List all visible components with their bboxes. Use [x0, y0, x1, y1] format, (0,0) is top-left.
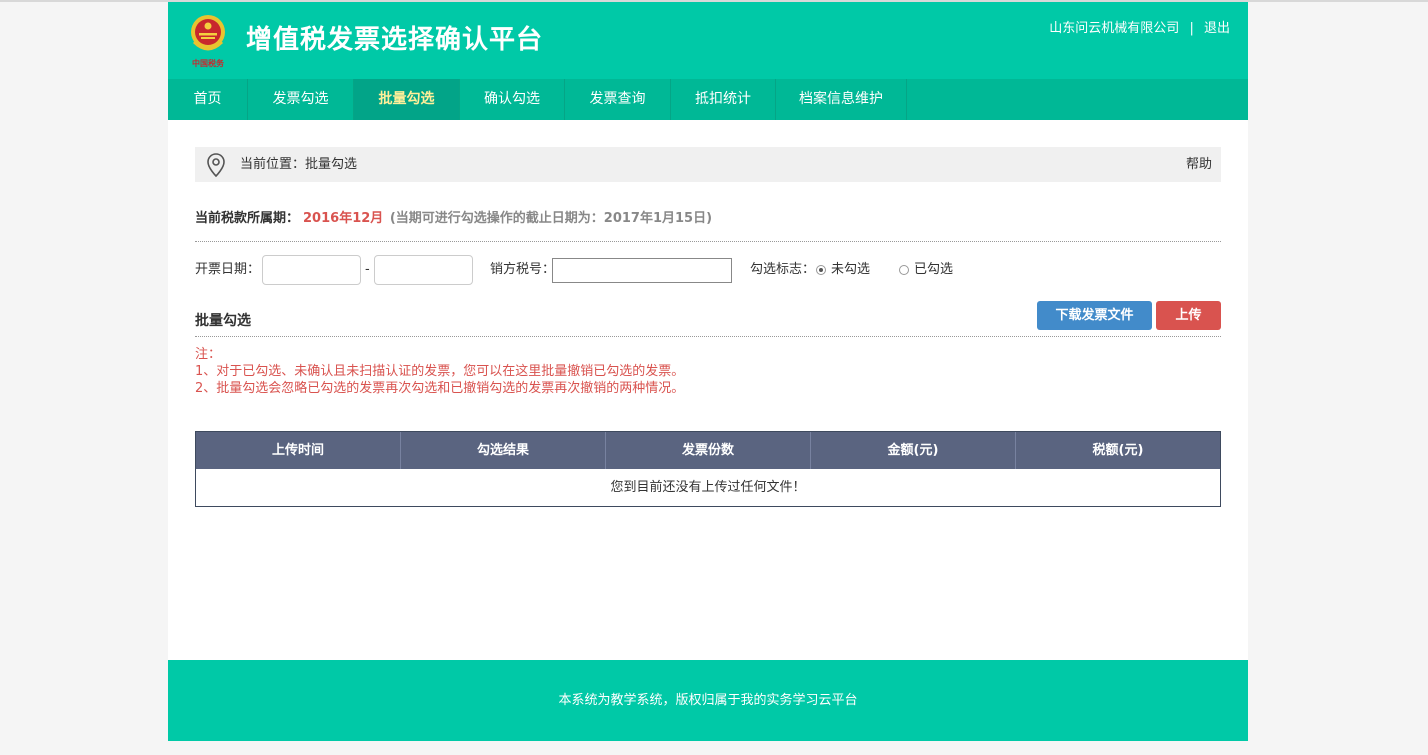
date-end-input[interactable] [374, 255, 473, 285]
divider [195, 241, 1221, 242]
notes: 注： 1、对于已勾选、未确认且未扫描认证的发票，您可以在这里批量撤销已勾选的发票… [195, 346, 684, 397]
download-invoice-file-button[interactable]: 下载发票文件 [1037, 301, 1152, 330]
table-header: 上传时间 勾选结果 发票份数 金额(元) 税额(元) [196, 432, 1220, 469]
upload-history-table: 上传时间 勾选结果 发票份数 金额(元) 税额(元) 您到目前还没有上传过任何文… [195, 431, 1221, 507]
page-container: 中国税务 增值税发票选择确认平台 山东问云机械有限公司 | 退出 首页 发票勾选… [168, 2, 1248, 741]
date-label: 开票日期： [195, 262, 261, 277]
nav-invoice-select[interactable]: 发票勾选 [248, 79, 354, 120]
column-upload-time: 上传时间 [196, 432, 401, 469]
help-link[interactable]: 帮助 [1186, 147, 1212, 182]
nav-home[interactable]: 首页 [168, 79, 248, 120]
note-item: 2、批量勾选会忽略已勾选的发票再次勾选和已撤销勾选的发票再次撤销的两种情况。 [195, 381, 685, 396]
nav-archive-maintenance[interactable]: 档案信息维护 [776, 79, 907, 120]
nav-batch-select[interactable]: 批量勾选 [354, 79, 460, 120]
column-tax-amount: 税额(元) [1092, 443, 1144, 458]
breadcrumb: 当前位置：批量勾选 帮助 [195, 147, 1221, 182]
table-empty-message: 您到目前还没有上传过任何文件！ [196, 469, 1220, 506]
radio-unselected-label[interactable]: 未勾选 [831, 254, 870, 286]
tax-period-label: 当前税款所属期： [195, 211, 300, 226]
tax-emblem-icon: 中国税务 [191, 15, 225, 68]
company-name: 山东问云机械有限公司 [1049, 21, 1180, 36]
svg-text:中国税务: 中国税务 [192, 58, 225, 68]
site-title: 增值税发票选择确认平台 [246, 25, 544, 55]
user-area: 山东问云机械有限公司 | 退出 [1049, 20, 1230, 38]
nav-invoice-query[interactable]: 发票查询 [565, 79, 671, 120]
footer: 本系统为教学系统，版权归属于我的实务学习云平台 [168, 660, 1248, 741]
filter-bar: 开票日期： - 销方税号： 勾选标志： 未勾选 已勾选 [195, 254, 1221, 286]
user-separator: | [1189, 21, 1194, 36]
tax-period-note: (当期可进行勾选操作的截止日期为：2017年1月15日) [389, 211, 713, 226]
select-flag-label: 勾选标志： [750, 262, 816, 277]
tax-period: 当前税款所属期： 2016年12月 (当期可进行勾选操作的截止日期为：2017年1… [195, 209, 712, 229]
tax-id-input[interactable] [552, 258, 732, 283]
notes-title: 注： [195, 347, 222, 362]
radio-selected[interactable] [899, 265, 909, 275]
nav-deduction-stats[interactable]: 抵扣统计 [671, 79, 776, 120]
date-start-input[interactable] [262, 255, 361, 285]
tax-period-value: 2016年12月 [303, 211, 384, 226]
breadcrumb-text: 当前位置：批量勾选 [240, 157, 358, 172]
radio-selected-label[interactable]: 已勾选 [914, 254, 953, 286]
radio-unselected[interactable] [816, 265, 826, 275]
upload-button[interactable]: 上传 [1156, 301, 1221, 330]
tax-id-label: 销方税号： [490, 262, 556, 277]
location-pin-icon [207, 153, 225, 178]
batch-section-title: 批量勾选 [195, 313, 251, 329]
date-separator: - [365, 262, 370, 277]
header: 中国税务 增值税发票选择确认平台 山东问云机械有限公司 | 退出 [168, 2, 1248, 79]
column-select-result: 勾选结果 [401, 432, 606, 469]
divider [195, 336, 1221, 337]
column-invoice-count: 发票份数 [606, 432, 811, 469]
logout-link[interactable]: 退出 [1204, 21, 1230, 36]
column-amount: 金额(元) [811, 432, 1016, 469]
note-item: 1、对于已勾选、未确认且未扫描认证的发票，您可以在这里批量撤销已勾选的发票。 [195, 364, 685, 379]
main-nav: 首页 发票勾选 批量勾选 确认勾选 发票查询 抵扣统计 档案信息维护 [168, 79, 1248, 120]
nav-confirm-select[interactable]: 确认勾选 [460, 79, 565, 120]
